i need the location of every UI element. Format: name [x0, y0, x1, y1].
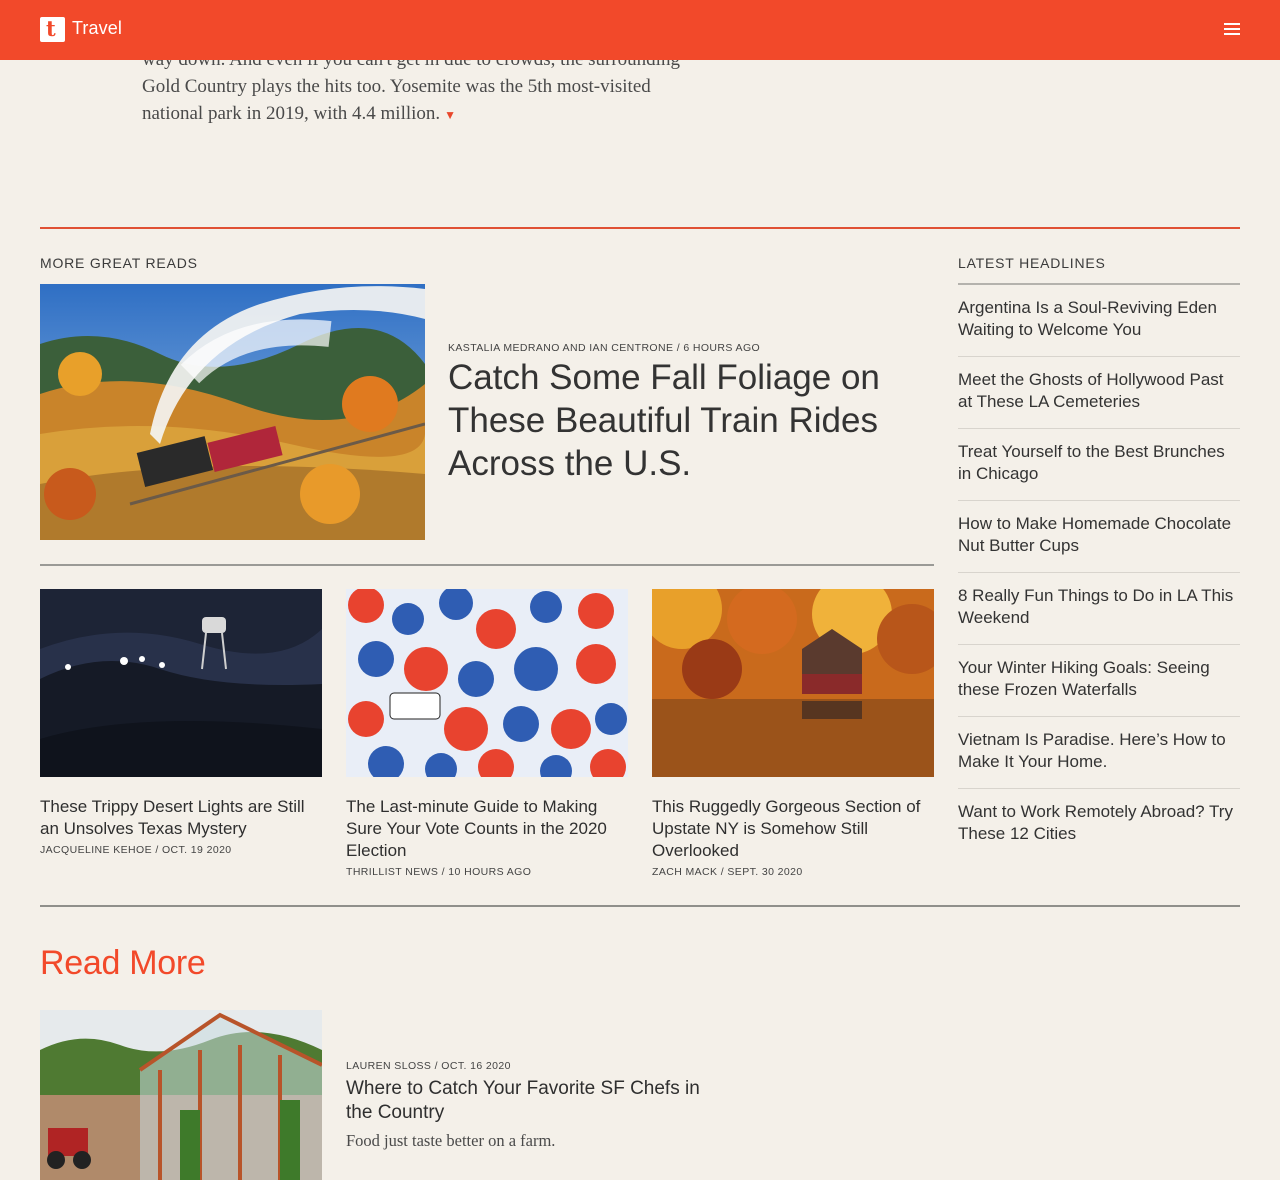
latest-headline-item[interactable]: Meet the Ghosts of Hollywood Past at The…	[958, 357, 1240, 429]
latest-headline-item[interactable]: How to Make Homemade Chocolate Nut Butte…	[958, 501, 1240, 573]
card-headline[interactable]: The Last-minute Guide to Making Sure You…	[346, 796, 628, 862]
read-more-heading: Read More	[40, 944, 206, 982]
latest-headline-item[interactable]: Treat Yourself to the Best Brunches in C…	[958, 429, 1240, 501]
top-nav-bar: t Travel	[0, 0, 1280, 60]
card-headline[interactable]: These Trippy Desert Lights are Still an …	[40, 796, 322, 840]
read-more-dek: Food just taste better on a farm.	[346, 1131, 556, 1150]
read-more-byline: LAUREN SLOSS / OCT. 16 2020	[346, 1060, 511, 1072]
article-line: Gold Country plays the hits too. Yosemit…	[142, 76, 651, 97]
divider	[40, 905, 1240, 907]
site-name[interactable]: Travel	[72, 18, 122, 39]
card-byline: THRILLIST NEWS / 10 HOURS AGO	[346, 866, 532, 878]
latest-headlines-list: Argentina Is a Soul-Reviving Eden Waitin…	[958, 283, 1240, 861]
latest-headline-item[interactable]: Want to Work Remotely Abroad? Try These …	[958, 789, 1240, 861]
article-line: national park in 2019, with 4.4 million.	[142, 103, 441, 124]
latest-headline-item[interactable]: Your Winter Hiking Goals: Seeing these F…	[958, 645, 1240, 717]
hamburger-icon[interactable]	[1224, 23, 1240, 37]
latest-headline-item[interactable]: 8 Really Fun Things to Do in LA This Wee…	[958, 573, 1240, 645]
featured-headline[interactable]: Catch Some Fall Foliage on These Beautif…	[448, 356, 918, 485]
featured-image-train[interactable]	[40, 284, 425, 540]
site-logo[interactable]: t	[40, 16, 65, 42]
end-of-article-icon: ▼	[444, 108, 457, 122]
read-more-headline[interactable]: Where to Catch Your Favorite SF Chefs in…	[346, 1077, 726, 1125]
read-more-image-greenhouse[interactable]	[40, 1010, 322, 1180]
logo-letter: t	[46, 16, 56, 41]
divider	[40, 564, 934, 566]
card-headline[interactable]: This Ruggedly Gorgeous Section of Upstat…	[652, 796, 934, 862]
card-image-desert-lights[interactable]	[40, 589, 322, 777]
story-card[interactable]: This Ruggedly Gorgeous Section of Upstat…	[652, 589, 934, 878]
card-image-vote-stickers[interactable]	[346, 589, 628, 777]
story-card[interactable]: These Trippy Desert Lights are Still an …	[40, 589, 322, 856]
section-divider	[40, 227, 1240, 229]
story-card[interactable]: The Last-minute Guide to Making Sure You…	[346, 589, 628, 878]
latest-headline-item[interactable]: Vietnam Is Paradise. Here’s How to Make …	[958, 717, 1240, 789]
card-image-lake-house[interactable]	[652, 589, 934, 777]
latest-headlines-label: LATEST HEADLINES	[958, 255, 1106, 271]
more-great-reads-label: MORE GREAT READS	[40, 255, 198, 271]
card-byline: JACQUELINE KEHOE / OCT. 19 2020	[40, 844, 232, 856]
card-byline: ZACH MACK / SEPT. 30 2020	[652, 866, 803, 878]
latest-headline-item[interactable]: Argentina Is a Soul-Reviving Eden Waitin…	[958, 285, 1240, 357]
featured-byline: KASTALIA MEDRANO AND IAN CENTRONE / 6 HO…	[448, 342, 761, 354]
